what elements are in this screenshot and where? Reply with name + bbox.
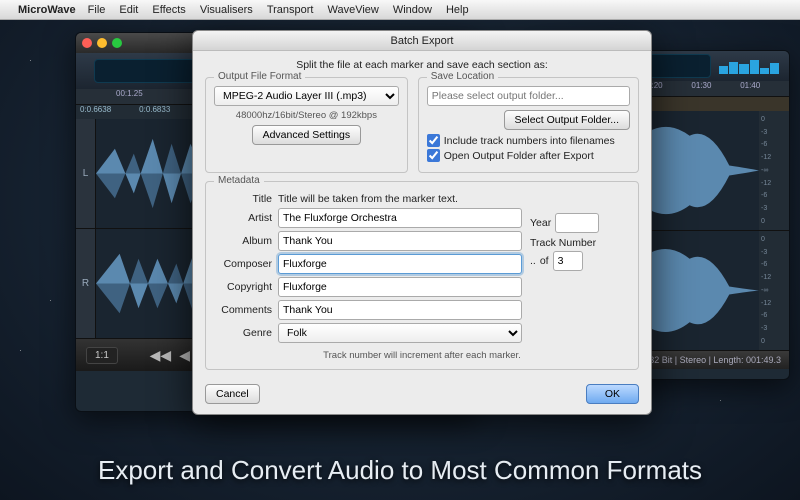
save-location-group: Save Location Select Output Folder... In… — [418, 77, 639, 173]
db-scale: 0-3 -6-12 -∞-12 -6-3 0 — [759, 231, 789, 350]
zoom-level[interactable]: 1:1 — [86, 347, 118, 364]
output-folder-input[interactable] — [427, 86, 630, 106]
artist-label: Artist — [214, 212, 278, 224]
menu-file[interactable]: File — [88, 4, 106, 16]
track-number-label: Track Number — [530, 237, 630, 249]
menu-visualisers[interactable]: Visualisers — [200, 4, 253, 16]
open-folder-after-export-checkbox[interactable]: Open Output Folder after Export — [427, 149, 630, 162]
format-info: 48000hz/16bit/Stereo @ 192kbps — [214, 110, 399, 121]
rewind-icon[interactable]: ◀◀ — [150, 347, 172, 364]
format-select[interactable]: MPEG-2 Audio Layer III (.mp3) — [214, 86, 399, 106]
prev-icon[interactable]: ◀ — [179, 347, 190, 364]
title-note: Title will be taken from the marker text… — [278, 193, 522, 205]
genre-select[interactable]: Folk — [278, 323, 522, 343]
zoom-icon[interactable] — [112, 38, 122, 48]
of-label: of — [540, 255, 549, 267]
output-format-group: Output File Format MPEG-2 Audio Layer II… — [205, 77, 408, 173]
menu-help[interactable]: Help — [446, 4, 469, 16]
db-scale: 0-3 -6-12 -∞-12 -6-3 0 — [759, 111, 789, 230]
menu-transport[interactable]: Transport — [267, 4, 314, 16]
ok-button[interactable]: OK — [586, 384, 639, 404]
dialog-title: Batch Export — [193, 31, 651, 51]
group-legend: Output File Format — [214, 71, 305, 82]
checkbox-label: Include track numbers into filenames — [444, 135, 615, 147]
pos-tick: 0:0.6638 — [80, 105, 111, 119]
group-legend: Metadata — [214, 175, 264, 186]
checkbox-icon[interactable] — [427, 134, 440, 147]
metadata-group: Metadata Title Title will be taken from … — [205, 181, 639, 370]
select-output-folder-button[interactable]: Select Output Folder... — [504, 110, 630, 130]
comments-field[interactable] — [278, 300, 522, 320]
menu-edit[interactable]: Edit — [119, 4, 138, 16]
group-legend: Save Location — [427, 71, 498, 82]
include-track-numbers-checkbox[interactable]: Include track numbers into filenames — [427, 134, 630, 147]
genre-label: Genre — [214, 327, 278, 339]
album-label: Album — [214, 235, 278, 247]
comments-label: Comments — [214, 304, 278, 316]
composer-label: Composer — [214, 258, 278, 270]
app-name[interactable]: MicroWave — [18, 4, 76, 16]
dialog-subtitle: Split the file at each marker and save e… — [205, 59, 639, 71]
copyright-field[interactable] — [278, 277, 522, 297]
advanced-settings-button[interactable]: Advanced Settings — [252, 125, 362, 145]
channel-label: R — [76, 229, 96, 338]
cancel-button[interactable]: Cancel — [205, 384, 260, 404]
checkbox-label: Open Output Folder after Export — [444, 150, 594, 162]
copyright-label: Copyright — [214, 281, 278, 293]
minimize-icon[interactable] — [97, 38, 107, 48]
checkbox-icon[interactable] — [427, 149, 440, 162]
ruler-tick: 01:40 — [740, 81, 789, 96]
traffic-lights[interactable] — [82, 38, 122, 48]
pos-tick: 0:0.6833 — [139, 105, 170, 119]
track-total-field[interactable] — [553, 251, 583, 271]
menu-waveview[interactable]: WaveView — [327, 4, 378, 16]
year-label: Year — [530, 217, 551, 229]
marketing-tagline: Export and Convert Audio to Most Common … — [0, 455, 800, 486]
menubar: MicroWave File Edit Effects Visualisers … — [0, 0, 800, 20]
menu-window[interactable]: Window — [393, 4, 432, 16]
title-label: Title — [214, 193, 278, 205]
menu-effects[interactable]: Effects — [152, 4, 185, 16]
ruler-tick: 01:30 — [691, 81, 740, 96]
close-icon[interactable] — [82, 38, 92, 48]
increment-note: Track number will increment after each m… — [214, 350, 630, 361]
batch-export-dialog: Batch Export Split the file at each mark… — [192, 30, 652, 415]
album-field[interactable] — [278, 231, 522, 251]
year-field[interactable] — [555, 213, 599, 233]
artist-field[interactable] — [278, 208, 522, 228]
composer-field[interactable] — [278, 254, 522, 274]
channel-label: L — [76, 119, 96, 228]
level-meter — [719, 58, 779, 74]
